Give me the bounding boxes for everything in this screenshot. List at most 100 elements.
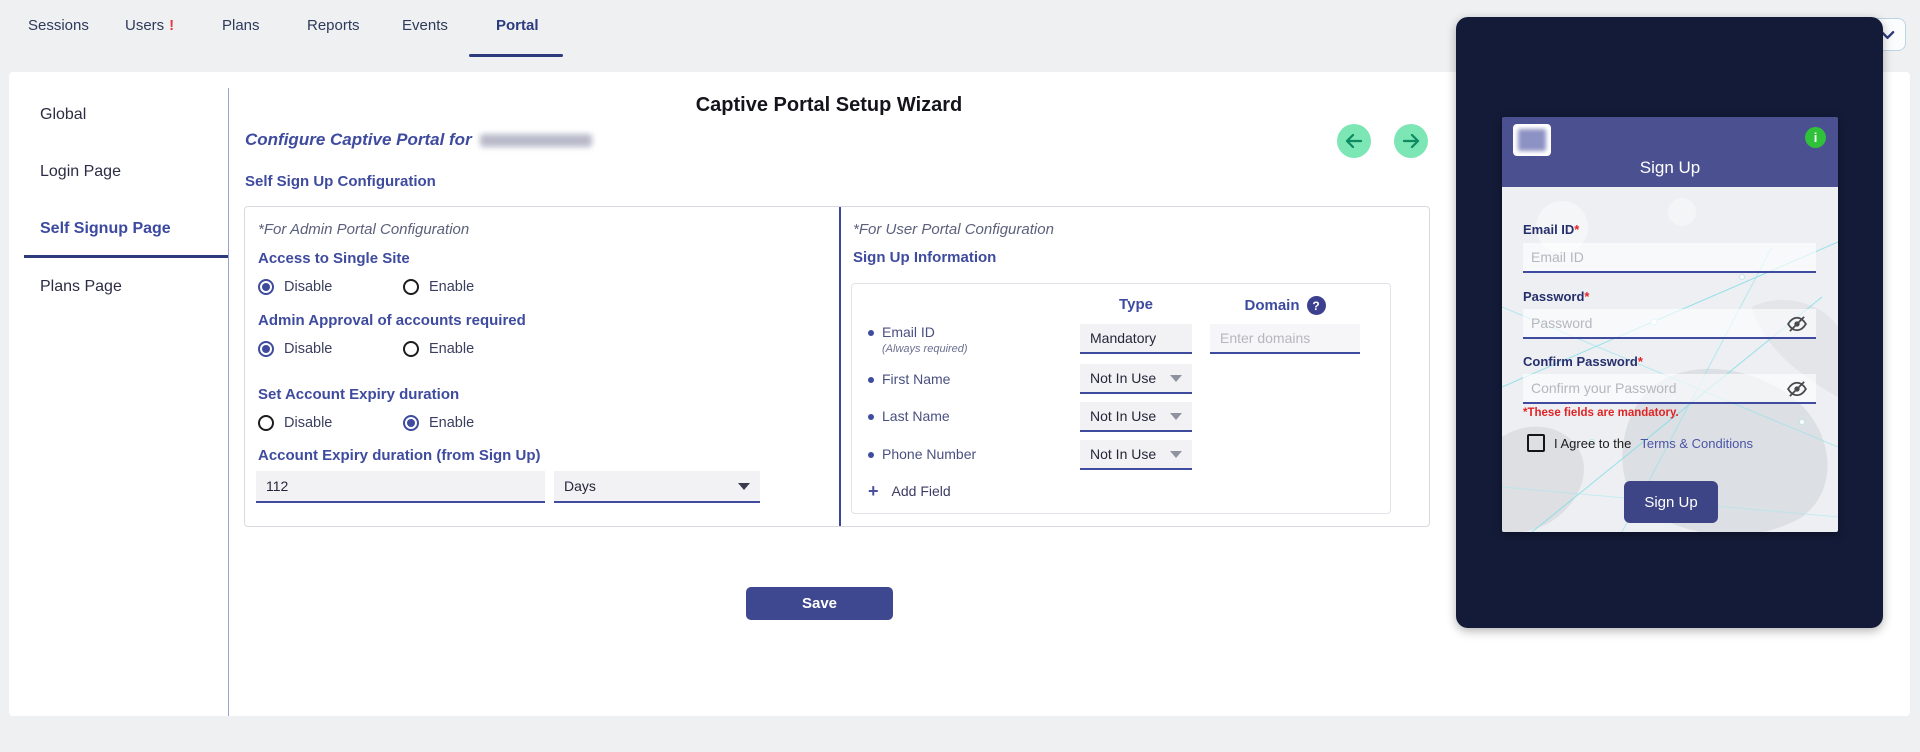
radio-enable[interactable]: Enable <box>403 415 474 431</box>
radio-disable[interactable]: Disable <box>258 415 403 431</box>
wizard-previous-button[interactable] <box>1337 124 1371 158</box>
radio-selected-icon <box>258 341 274 357</box>
plus-icon: + <box>868 482 879 500</box>
terms-and-conditions-link[interactable]: Terms & Conditions <box>1640 436 1753 451</box>
chevron-down-icon <box>1170 375 1182 382</box>
bullet-icon <box>868 377 874 383</box>
preview-signup-button[interactable]: Sign Up <box>1624 481 1718 523</box>
radio-unselected-icon <box>403 279 419 295</box>
account-expiry-radios: Disable Enable <box>258 414 474 432</box>
preview-confirm-password-label: Confirm Password* <box>1523 354 1643 369</box>
account-expiry-toggle-label: Set Account Expiry duration <box>258 386 459 403</box>
users-alert-icon: ! <box>169 17 174 34</box>
chevron-down-icon <box>738 483 750 490</box>
radio-unselected-icon <box>403 341 419 357</box>
access-single-site-label: Access to Single Site <box>258 250 410 267</box>
arrow-right-icon <box>1402 134 1420 148</box>
column-divider <box>839 207 841 526</box>
save-button[interactable]: Save <box>746 587 893 620</box>
radio-selected-icon <box>258 279 274 295</box>
email-domain-field <box>1210 324 1360 354</box>
sidebar-active-underline <box>24 255 228 258</box>
last-name-type-dropdown[interactable]: Not In Use <box>1080 402 1192 432</box>
signup-information-table: Type Domain ? Email ID (Always required)… <box>851 283 1391 514</box>
eye-slash-icon[interactable] <box>1786 381 1808 397</box>
signup-preview-card: i Sign Up <box>1502 117 1838 532</box>
sidebar-item-login-page[interactable]: Login Page <box>40 163 121 181</box>
preview-email-label: Email ID* <box>1523 222 1579 237</box>
brand-logo <box>1513 124 1551 156</box>
redacted-logo <box>1518 129 1546 151</box>
preview-password-label: Password* <box>1523 289 1589 304</box>
redacted-site-name <box>480 134 592 147</box>
chevron-down-icon <box>1170 413 1182 420</box>
preview-password-field <box>1523 309 1816 339</box>
preview-email-field <box>1523 243 1816 273</box>
terms-agreement-row: I Agree to the Terms & Conditions <box>1527 434 1753 452</box>
preview-header: i Sign Up <box>1502 117 1838 187</box>
user-config-heading: *For User Portal Configuration <box>853 221 1054 238</box>
admin-config-heading: *For Admin Portal Configuration <box>258 221 469 238</box>
chevron-down-icon <box>1170 451 1182 458</box>
sidebar-item-global[interactable]: Global <box>40 106 86 124</box>
add-field-button[interactable]: + Add Field <box>868 482 951 500</box>
tab-users[interactable]: Users! <box>125 17 174 34</box>
configuration-box: *For Admin Portal Configuration Access t… <box>244 206 1430 527</box>
preview-password-input[interactable] <box>1531 315 1808 331</box>
tab-plans[interactable]: Plans <box>222 17 260 34</box>
expiry-duration-field <box>256 471 545 503</box>
active-tab-underline <box>469 54 563 57</box>
domain-help-icon[interactable]: ? <box>1307 296 1326 315</box>
column-header-domain: Domain ? <box>1210 296 1360 315</box>
field-label-phone-number: Phone Number <box>882 446 976 462</box>
email-type-value: Mandatory <box>1080 324 1192 354</box>
phone-number-type-dropdown[interactable]: Not In Use <box>1080 440 1192 470</box>
tab-portal[interactable]: Portal <box>496 17 539 34</box>
field-note-always-required: (Always required) <box>882 343 968 355</box>
eye-slash-icon[interactable] <box>1786 316 1808 332</box>
self-signup-config-heading: Self Sign Up Configuration <box>245 173 436 190</box>
access-single-site-radios: Disable Enable <box>258 278 474 296</box>
field-label-email-id: Email ID <box>882 324 935 340</box>
signup-information-heading: Sign Up Information <box>853 249 996 266</box>
portal-preview-panel: i Sign Up <box>1456 17 1883 628</box>
column-header-type: Type <box>1080 296 1192 313</box>
admin-approval-label: Admin Approval of accounts required <box>258 312 526 329</box>
expiry-unit-dropdown[interactable]: Days <box>554 471 760 503</box>
expiry-duration-input[interactable] <box>266 478 535 494</box>
preview-email-input[interactable] <box>1531 249 1808 265</box>
sidebar-item-self-signup-page[interactable]: Self Signup Page <box>40 220 171 238</box>
preview-confirm-password-input[interactable] <box>1531 380 1808 396</box>
tab-sessions[interactable]: Sessions <box>28 17 89 34</box>
radio-disable[interactable]: Disable <box>258 341 403 357</box>
captive-portal-page: Sessions Users! Plans Reports Events Por… <box>0 0 1920 752</box>
page-title: Captive Portal Setup Wizard <box>228 94 1430 117</box>
mandatory-fields-note: *These fields are mandatory. <box>1523 407 1679 419</box>
radio-selected-icon <box>403 415 419 431</box>
agree-checkbox[interactable] <box>1527 434 1545 452</box>
sidebar-item-plans-page[interactable]: Plans Page <box>40 278 122 296</box>
bullet-icon <box>868 452 874 458</box>
arrow-left-icon <box>1345 134 1363 148</box>
preview-confirm-password-field <box>1523 374 1816 404</box>
radio-disable[interactable]: Disable <box>258 279 403 295</box>
configure-for-line: Configure Captive Portal for <box>245 130 592 150</box>
radio-enable[interactable]: Enable <box>403 341 474 357</box>
info-icon[interactable]: i <box>1805 127 1826 148</box>
first-name-type-dropdown[interactable]: Not In Use <box>1080 364 1192 394</box>
field-label-first-name: First Name <box>882 371 950 387</box>
email-domain-input[interactable] <box>1220 330 1350 346</box>
preview-body: Email ID* Password* Confirm Password* *T… <box>1502 187 1838 532</box>
preview-title: Sign Up <box>1502 158 1838 178</box>
tab-events[interactable]: Events <box>402 17 448 34</box>
bullet-icon <box>868 330 874 336</box>
wizard-next-button[interactable] <box>1394 124 1428 158</box>
sidebar-divider <box>228 88 229 716</box>
tab-reports[interactable]: Reports <box>307 17 360 34</box>
radio-unselected-icon <box>258 415 274 431</box>
admin-approval-radios: Disable Enable <box>258 340 474 358</box>
bullet-icon <box>868 414 874 420</box>
radio-enable[interactable]: Enable <box>403 279 474 295</box>
expiry-duration-label: Account Expiry duration (from Sign Up) <box>258 447 541 464</box>
field-label-last-name: Last Name <box>882 408 950 424</box>
